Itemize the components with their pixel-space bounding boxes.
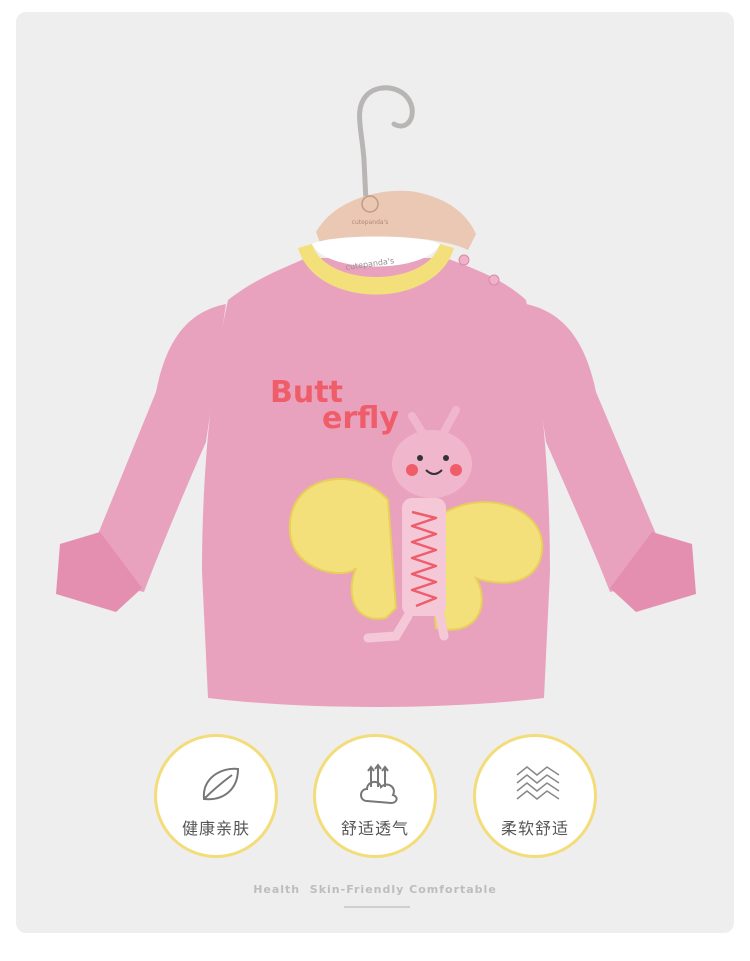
shoulder-snap-icon — [488, 274, 500, 286]
tagline-divider — [344, 906, 410, 908]
butterfly-head — [392, 430, 472, 498]
feature-badge-breathable: 舒适透气 — [313, 734, 437, 858]
feature-badge-soft: 柔软舒适 — [473, 734, 597, 858]
feature-label: 健康亲肤 — [181, 819, 250, 838]
cloud-breathable-icon — [360, 763, 398, 805]
leaf-icon — [202, 767, 240, 801]
feature-badge-skin: 健康亲肤 — [154, 734, 278, 858]
shoulder-snap-icon — [458, 254, 470, 266]
hanger-brand-text: cutepanda's — [352, 219, 389, 226]
fabric-weave-icon — [516, 766, 560, 800]
hanger-hook — [357, 85, 415, 205]
tagline: Health Skin-Friendly Comfortable — [253, 883, 497, 896]
butterfly-eye-left-icon — [417, 455, 423, 461]
product-card: cutepanda's cutepanda's Butt erfly 健康亲肤 … — [16, 12, 734, 933]
butterfly-cheek-right — [450, 464, 462, 476]
feature-label: 舒适透气 — [340, 819, 409, 838]
butterfly-eye-right-icon — [443, 455, 449, 461]
print-text-line2: erfly — [322, 401, 399, 436]
butterfly-cheek-left — [406, 464, 418, 476]
feature-label: 柔软舒适 — [500, 819, 569, 838]
product-photo: cutepanda's cutepanda's Butt erfly — [56, 85, 696, 707]
